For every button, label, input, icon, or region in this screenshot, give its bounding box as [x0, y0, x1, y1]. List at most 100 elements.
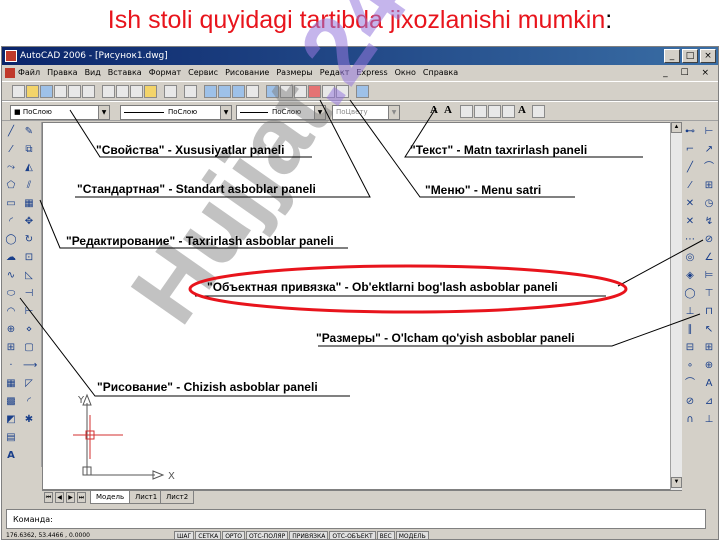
snap-from-icon[interactable]: ⌐	[684, 144, 696, 156]
find-replace-icon[interactable]	[474, 105, 487, 118]
table-icon[interactable]: ▤	[5, 432, 17, 444]
quick-dimension-icon[interactable]: ⊨	[703, 270, 715, 282]
snap-center-icon[interactable]: ◎	[684, 252, 696, 264]
tab-layout1[interactable]: Лист1	[129, 491, 164, 504]
mdi-window-controls[interactable]: _ ☐ ×	[663, 65, 714, 81]
revision-cloud-icon[interactable]: ☁	[5, 252, 17, 264]
zoom-realtime-icon[interactable]	[218, 85, 231, 98]
snap-endpoint-icon[interactable]: ╱	[684, 162, 696, 174]
aligned-dimension-icon[interactable]: ↗	[703, 144, 715, 156]
publish-icon[interactable]	[82, 85, 95, 98]
scroll-down-icon[interactable]: ▼	[671, 477, 682, 488]
copy-icon[interactable]	[116, 85, 129, 98]
angular-icon[interactable]: ∠	[703, 252, 715, 264]
tolerance-icon[interactable]: ⊞	[703, 342, 715, 354]
minimize-button[interactable]: _	[664, 49, 680, 63]
justify-text-icon[interactable]	[532, 105, 545, 118]
rotate-icon[interactable]: ↻	[23, 234, 35, 246]
dimension-update-icon[interactable]: ⊥	[703, 414, 715, 426]
spline-icon[interactable]: ∿	[5, 270, 17, 282]
snap-perpendicular-icon[interactable]: ⊥	[684, 306, 696, 318]
snap-nearest-icon[interactable]: ⌒	[684, 378, 696, 390]
tab-model[interactable]: Модель	[90, 491, 131, 504]
chamfer-icon[interactable]: ◸	[23, 378, 35, 390]
linetype-combo[interactable]: ПоСлою ▼	[120, 105, 232, 120]
dimension-text-edit-icon[interactable]: ⊿	[703, 396, 715, 408]
polyline-icon[interactable]: ⤳	[5, 162, 17, 174]
command-line[interactable]: Команда:	[6, 509, 706, 529]
array-icon[interactable]: ▦	[23, 198, 35, 210]
redo-icon[interactable]	[184, 85, 197, 98]
cut-icon[interactable]	[102, 85, 115, 98]
copy-object-icon[interactable]: ⧉	[23, 144, 35, 156]
explode-icon[interactable]: ✱	[23, 414, 35, 426]
arc-icon[interactable]: ◜	[5, 216, 17, 228]
vertical-scrollbar[interactable]: ▲ ▼	[670, 122, 682, 490]
polygon-icon[interactable]: ⬠	[5, 180, 17, 192]
chevron-down-icon[interactable]: ▼	[98, 106, 109, 119]
ortho-toggle[interactable]: ОРТО	[222, 531, 245, 539]
snap-quadrant-icon[interactable]: ◈	[684, 270, 696, 282]
model-toggle[interactable]: МОДЕЛЬ	[395, 531, 429, 539]
next-tab-icon[interactable]: ▶	[66, 492, 75, 503]
menu-item-insert[interactable]: Вставка	[108, 65, 142, 81]
chevron-down-icon[interactable]: ▼	[388, 106, 399, 119]
mirror-icon[interactable]: ◭	[23, 162, 35, 174]
menu-item-help[interactable]: Справка	[423, 65, 458, 81]
multiline-text-draw-icon[interactable]: A	[5, 450, 17, 462]
snap-intersection-icon[interactable]: ✕	[684, 198, 696, 210]
edit-text-icon[interactable]	[460, 105, 473, 118]
snap-extension-icon[interactable]: ⋯	[684, 234, 696, 246]
close-button[interactable]: ×	[700, 49, 716, 63]
lineweight-toggle[interactable]: ВЕС	[376, 531, 395, 539]
make-block-icon[interactable]: ⊞	[5, 342, 17, 354]
single-line-text-icon[interactable]: A	[444, 104, 452, 116]
point-icon[interactable]: ·	[5, 360, 17, 372]
ordinate-icon[interactable]: ⊞	[703, 180, 715, 192]
menu-item-window[interactable]: Окно	[395, 65, 416, 81]
open-file-icon[interactable]	[26, 85, 39, 98]
spell-check-icon[interactable]	[488, 105, 501, 118]
baseline-icon[interactable]: ⊤	[703, 288, 715, 300]
snap-insert-icon[interactable]: ⊟	[684, 342, 696, 354]
grid-toggle[interactable]: СЕТКА	[195, 531, 222, 539]
match-properties-icon[interactable]	[144, 85, 157, 98]
construction-line-icon[interactable]: ⁄	[5, 144, 17, 156]
scroll-up-icon[interactable]: ▲	[671, 122, 682, 133]
move-icon[interactable]: ✥	[23, 216, 35, 228]
snap-node-icon[interactable]: ∘	[684, 360, 696, 372]
snap-none-icon[interactable]: ⊘	[684, 396, 696, 408]
menu-item-tools[interactable]: Сервис	[188, 65, 218, 81]
snap-toggle[interactable]: ШАГ	[174, 531, 195, 539]
plot-preview-icon[interactable]	[68, 85, 81, 98]
center-mark-icon[interactable]: ⊕	[703, 360, 715, 372]
fillet-icon[interactable]: ◜	[23, 396, 35, 408]
circle-icon[interactable]: ◯	[5, 234, 17, 246]
save-icon[interactable]	[40, 85, 53, 98]
menu-item-format[interactable]: Формат	[149, 65, 181, 81]
prev-tab-icon[interactable]: ◀	[55, 492, 64, 503]
dimension-edit-icon[interactable]: A	[703, 378, 715, 390]
rectangle-icon[interactable]: ▭	[5, 198, 17, 210]
stretch-icon[interactable]: ◺	[23, 270, 35, 282]
plot-icon[interactable]	[54, 85, 67, 98]
undo-icon[interactable]	[164, 85, 177, 98]
maximize-button[interactable]: □	[682, 49, 698, 63]
temporary-track-icon[interactable]: ⊷	[684, 126, 696, 138]
jogged-icon[interactable]: ↯	[703, 216, 715, 228]
menu-item-edit[interactable]: Правка	[47, 65, 77, 81]
menu-item-view[interactable]: Вид	[85, 65, 101, 81]
radius-icon[interactable]: ◷	[703, 198, 715, 210]
layer-combo[interactable]: ■ ПоСлою ▼	[10, 105, 110, 120]
break-icon[interactable]: ▢	[23, 342, 35, 354]
osnap-settings-icon[interactable]: ∩	[684, 414, 696, 426]
gradient-icon[interactable]: ▩	[5, 396, 17, 408]
ellipse-arc-icon[interactable]: ◠	[5, 306, 17, 318]
first-tab-icon[interactable]: ⏮	[44, 492, 53, 503]
linear-dimension-icon[interactable]: ⊢	[703, 126, 715, 138]
scale-icon[interactable]: ⊡	[23, 252, 35, 264]
extend-icon[interactable]: ⊢	[23, 306, 35, 318]
snap-parallel-icon[interactable]: ∥	[684, 324, 696, 336]
snap-apparent-intersection-icon[interactable]: ✕	[684, 216, 696, 228]
trim-icon[interactable]: ⊣	[23, 288, 35, 300]
